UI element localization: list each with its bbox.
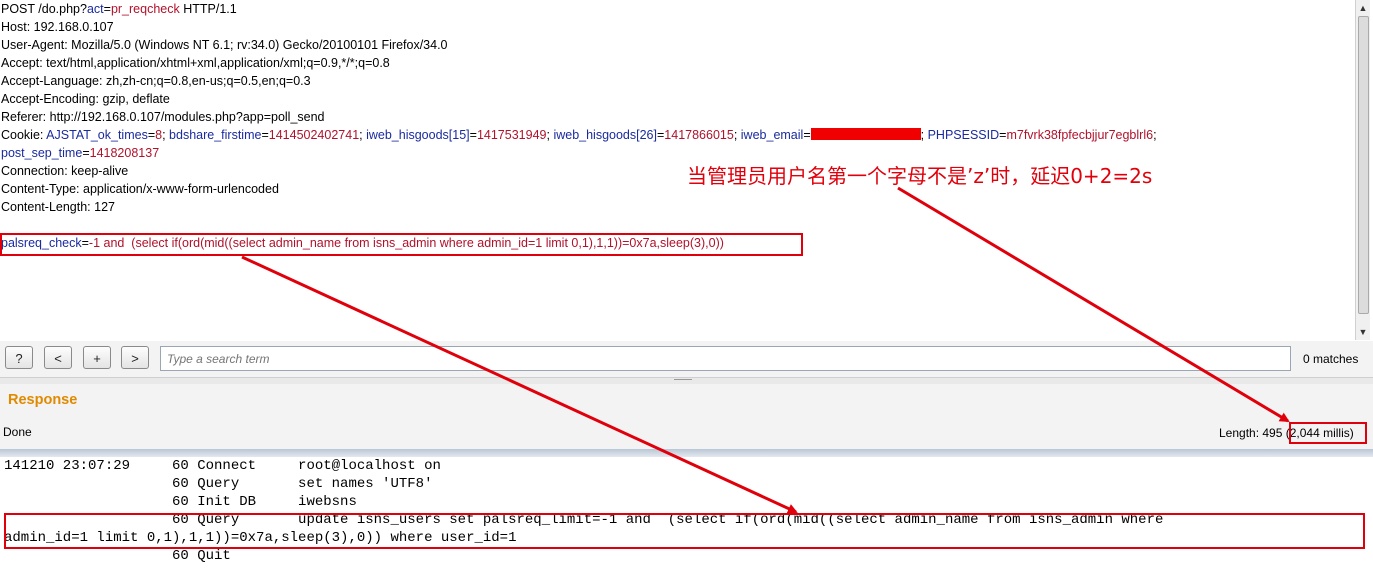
response-title: Response (8, 392, 78, 408)
search-toolbar: ? < + > 0 matches (0, 341, 1373, 377)
status-text: Done (3, 425, 32, 439)
content-type-header: Content-Type: application/x-www-form-url… (1, 182, 279, 196)
cookie-value: 1414502402741 (268, 128, 360, 142)
cookie-name: PHPSESSID (927, 128, 1000, 142)
log-line: 60 Query set names 'UTF8' (4, 476, 433, 492)
host-header: Host: 192.168.0.107 (1, 20, 114, 34)
scroll-down-icon[interactable]: ▼ (1358, 326, 1368, 338)
scroll-up-icon[interactable]: ▲ (1358, 2, 1368, 14)
window-separator (0, 449, 1373, 457)
http-version: HTTP/1.1 (179, 2, 237, 16)
cookie-value: 1418208137 (89, 146, 160, 160)
user-agent-header: User-Agent: Mozilla/5.0 (Windows NT 6.1;… (1, 38, 448, 52)
connection-header: Connection: keep-alive (1, 164, 129, 178)
cookie-value: 8 (155, 128, 163, 142)
cookie-value: m7fvrk38fpfecbjjur7egblrl6 (1006, 128, 1154, 142)
cookie-name: iweb_hisgoods[26] (553, 128, 657, 142)
param-equals: = (103, 2, 111, 16)
cookie-value: 1417866015 (664, 128, 734, 142)
length-label: Length: 495 (1219, 426, 1286, 440)
cookie-header-cont: post_sep_time=1418208137 (1, 146, 160, 160)
payload-highlight-box (0, 233, 803, 256)
accept-language-header: Accept-Language: zh,zh-cn;q=0.8,en-us;q=… (1, 74, 311, 88)
response-pane: Response Done Length: 495 (2,044 millis) (0, 384, 1373, 449)
log-line: 141210 23:07:29 60 Connect root@localhos… (4, 458, 441, 474)
query-highlight-box (4, 513, 1365, 549)
cookie-name: post_sep_time (1, 146, 83, 160)
cookie-name: AJSTAT_ok_times (46, 128, 148, 142)
param-value: pr_reqcheck (110, 2, 180, 16)
cookie-header: Cookie: AJSTAT_ok_times=8; bdshare_first… (1, 128, 1157, 142)
param-name: act (86, 2, 104, 16)
annotation-note: 当管理员用户名第一个字母不是’z’时，延迟0+2=2s (687, 164, 1153, 188)
match-count: 0 matches (1303, 352, 1359, 366)
cookie-name: iweb_email (740, 128, 804, 142)
request-line: POST /do.php?act=pr_reqcheck HTTP/1.1 (1, 0, 237, 18)
scroll-thumb[interactable] (1358, 16, 1369, 314)
timing-highlight-box (1289, 422, 1367, 444)
add-button[interactable]: + (83, 346, 111, 369)
cookie-name: iweb_hisgoods[15] (366, 128, 470, 142)
help-button[interactable]: ? (5, 346, 33, 369)
request-method-path: POST /do.php? (1, 2, 87, 16)
previous-match-button[interactable]: < (44, 346, 72, 369)
search-input[interactable] (161, 347, 1290, 370)
accept-header: Accept: text/html,application/xhtml+xml,… (1, 56, 390, 70)
redacted-email (810, 128, 921, 140)
cookie-label: Cookie: (1, 128, 47, 142)
referer-header: Referer: http://192.168.0.107/modules.ph… (1, 110, 325, 124)
cookie-value: 1417531949 (476, 128, 547, 142)
next-match-button[interactable]: > (121, 346, 149, 369)
cookie-name: bdshare_firstime (169, 128, 262, 142)
content-length-header: Content-Length: 127 (1, 200, 115, 214)
accept-encoding-header: Accept-Encoding: gzip, deflate (1, 92, 170, 106)
log-line: 60 Init DB iwebsns (4, 494, 357, 510)
log-line: 60 Quit (4, 548, 231, 564)
request-scrollbar[interactable]: ▲ ▼ (1355, 0, 1370, 340)
search-field[interactable] (160, 346, 1291, 371)
